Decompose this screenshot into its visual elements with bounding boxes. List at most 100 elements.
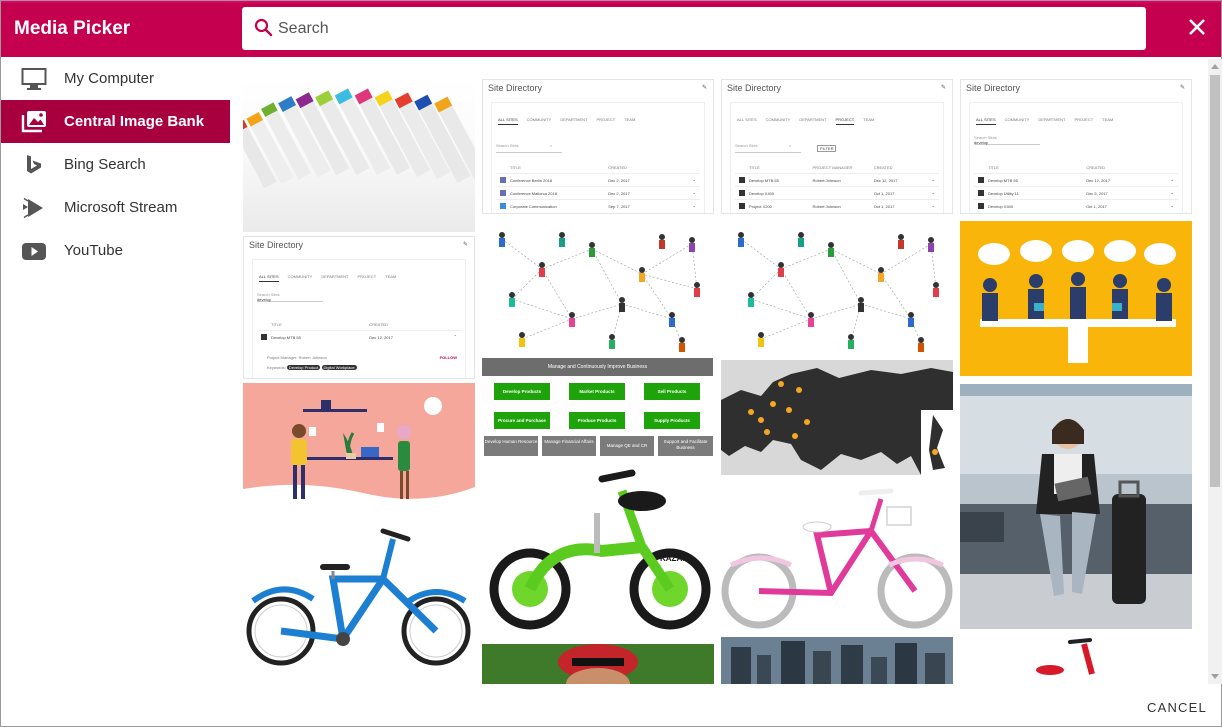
col-title: TITLE xyxy=(749,165,760,170)
image-gallery: Site Directory ✎ ALL SITES COMMUNITY DEPAR… xyxy=(243,71,1209,684)
process-step: Develop Products xyxy=(494,383,550,400)
image-people-network[interactable] xyxy=(482,219,714,352)
keyword-chip: Develop Product xyxy=(286,365,321,370)
site-search-value: develop xyxy=(974,140,989,145)
search-input[interactable] xyxy=(278,15,1128,42)
city-skyline-image xyxy=(721,637,953,684)
sidebar-item-my-computer[interactable]: My Computer xyxy=(1,57,230,100)
site-directory-thumbnail[interactable]: Site Directory ✎ ALL SITES COMMUNITY DEPAR… xyxy=(960,79,1192,214)
scrollbar-thumb[interactable] xyxy=(1210,75,1220,487)
tab-all-sites: ALL SITES xyxy=(259,274,279,282)
scroll-up-arrow-icon[interactable] xyxy=(1211,64,1219,69)
image-green-balance-bike[interactable]: KAZAM xyxy=(482,461,714,637)
search-box[interactable] xyxy=(242,7,1146,50)
process-step: Procure and Purchase xyxy=(494,412,550,429)
dialog-footer: CANCEL xyxy=(1,684,1221,726)
books-image xyxy=(243,88,475,189)
site-directory-thumbnail[interactable]: Site Directory ✎ ALL SITES COMMUNITY DEPAR… xyxy=(243,236,475,379)
image-blue-bike[interactable]: 16 xyxy=(243,509,475,684)
meeting-illustration xyxy=(978,240,1176,363)
table-row: Develop MTB 55 Dec 12, 2017 ⌃ xyxy=(257,330,461,343)
tab-team: TEAM xyxy=(863,117,875,122)
sidebar-item-microsoft-stream[interactable]: Microsoft Stream xyxy=(1,186,230,229)
col-created: CREATED xyxy=(369,322,389,327)
table-row: Develop X400 Oct 1, 2017 ⌄ xyxy=(974,199,1178,212)
image-businesswoman-airport[interactable] xyxy=(960,384,1192,629)
site-directory-panel: ALL SITES COMMUNITY DEPARTMENT PROJECT TEAM … xyxy=(730,102,944,213)
tab-department: DEPARTMENT xyxy=(560,117,588,122)
tab-department: DEPARTMENT xyxy=(321,274,349,279)
media-picker-dialog: Media Picker My Computer Central Image B… xyxy=(0,0,1222,727)
row-manager: Robert Johnson xyxy=(812,178,841,183)
process-banner: Manage and Continuously Improve Business xyxy=(482,358,713,376)
keywords-detail: Keywords: Develop Product Digital Workpl… xyxy=(267,365,357,370)
sidebar-item-label: Bing Search xyxy=(64,156,146,173)
image-books[interactable] xyxy=(243,79,475,232)
image-europe-map[interactable] xyxy=(721,360,953,475)
search-icon xyxy=(254,18,273,37)
tab-project: PROJECT xyxy=(835,117,855,125)
site-directory-title: Site Directory xyxy=(966,83,1021,93)
site-directory-tabs: ALL SITES COMMUNITY DEPARTMENT PROJECT TEAM xyxy=(737,117,883,125)
svg-text:KAZAM: KAZAM xyxy=(660,554,689,563)
people-network-image xyxy=(499,232,700,352)
process-support: Manage QE and CR xyxy=(600,436,654,456)
stream-icon xyxy=(23,197,43,219)
image-pink-bike[interactable] xyxy=(721,481,953,631)
row-created: Sep 7, 2017 xyxy=(608,204,630,209)
image-people-network-2[interactable] xyxy=(721,219,953,352)
row-created: Dec 12, 2017 xyxy=(873,178,898,183)
site-search-label: Search Sites xyxy=(496,143,519,148)
sidebar-item-central-image-bank[interactable]: Central Image Bank xyxy=(1,100,230,143)
table-row: Corporate Communication Sep 7, 2017 ⌄ xyxy=(496,199,700,212)
youtube-icon xyxy=(22,243,46,260)
row-created: Oct 1, 2017 xyxy=(873,204,895,209)
site-search-label: Search Sites xyxy=(735,143,758,148)
red-bike-image xyxy=(1036,638,1095,675)
edit-icon: ✎ xyxy=(1179,85,1185,91)
col-created: CREATED xyxy=(608,165,628,170)
tab-department: DEPARTMENT xyxy=(1038,117,1066,122)
site-directory-tabs: ALL SITES COMMUNITY DEPARTMENT PROJECT TEAM xyxy=(976,117,1122,125)
row-created: Dec 2, 2017 xyxy=(608,178,630,183)
site-directory-title: Site Directory xyxy=(488,83,543,93)
image-meeting-illustration[interactable] xyxy=(960,221,1192,376)
table-row: Develop MTB 55 Robert Johnson Dec 12, 2017… xyxy=(735,173,939,186)
process-support: Develop Human Resource xyxy=(484,436,538,456)
business-process-diagram-image[interactable]: Manage and Continuously Improve Business… xyxy=(482,358,714,456)
tab-department: DEPARTMENT xyxy=(799,117,827,122)
row-manager: Robert Johnson xyxy=(812,204,841,209)
site-search-field: Search Sites ⌕ xyxy=(735,143,801,153)
site-directory-thumbnail[interactable]: Site Directory ✎ ALL SITES COMMUNITY DEPAR… xyxy=(482,79,714,214)
image-office-illustration[interactable] xyxy=(243,383,475,505)
scroll-down-arrow-icon[interactable] xyxy=(1211,674,1219,679)
close-icon[interactable] xyxy=(1185,15,1209,39)
image-city-skyline[interactable] xyxy=(721,637,953,684)
tab-community: COMMUNITY xyxy=(765,117,791,122)
image-red-bike[interactable] xyxy=(960,636,1192,684)
col-manager: PROJECT MANAGER xyxy=(812,165,853,170)
businesswoman-image xyxy=(960,384,1192,629)
tab-all-sites: ALL SITES xyxy=(976,117,996,125)
gallery-scrollbar[interactable] xyxy=(1208,59,1222,684)
row-created: Oct 1, 2017 xyxy=(1086,204,1107,209)
cancel-button[interactable]: CANCEL xyxy=(1147,700,1207,715)
svg-text:16: 16 xyxy=(315,606,333,623)
process-step: Sell Products xyxy=(644,383,700,400)
sidebar-item-label: My Computer xyxy=(64,70,155,87)
table-row: Develop MTB 55 Dec 12, 2017 ⌄ xyxy=(974,173,1178,186)
site-directory-tabs: ALL SITES COMMUNITY DEPARTMENT PROJECT TEAM xyxy=(259,274,405,282)
follow-link: FOLLOW xyxy=(439,355,457,360)
tab-all-sites: ALL SITES xyxy=(498,117,518,125)
row-created: Oct 1, 2017 xyxy=(873,191,895,196)
image-cyclist[interactable] xyxy=(482,644,714,684)
sidebar-item-youtube[interactable]: YouTube xyxy=(1,229,230,272)
tab-team: TEAM xyxy=(385,274,397,279)
dialog-header: Media Picker xyxy=(1,1,1221,57)
process-support: Manage Financial Affairs xyxy=(542,436,596,456)
row-title: Develop X400 xyxy=(988,204,1014,209)
sidebar-item-bing-search[interactable]: Bing Search xyxy=(1,143,230,186)
edit-icon: ✎ xyxy=(701,85,707,91)
site-directory-thumbnail[interactable]: Site Directory ✎ ALL SITES COMMUNITY DEPAR… xyxy=(721,79,953,214)
tab-project: PROJECT xyxy=(596,117,616,122)
